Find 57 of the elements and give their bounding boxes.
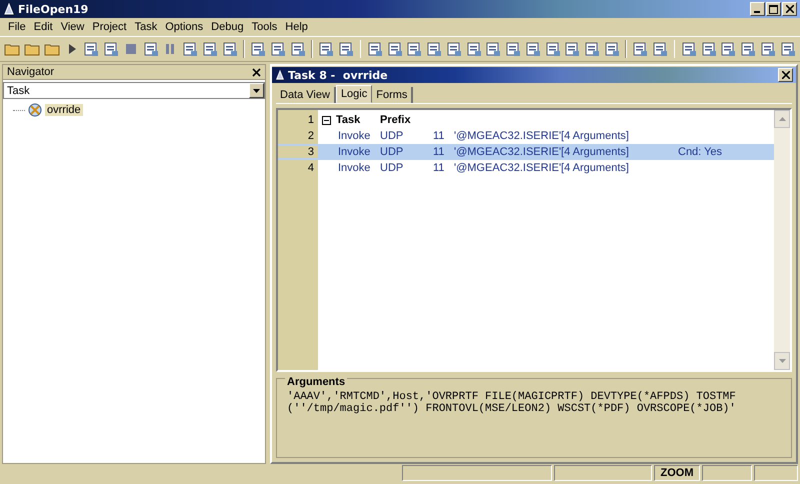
- menu-item[interactable]: Project: [88, 21, 131, 33]
- status-pane: [754, 465, 798, 481]
- minimize-button[interactable]: [750, 2, 765, 16]
- scroll-down-icon: [778, 359, 786, 363]
- scrollbar[interactable]: [774, 110, 790, 370]
- table-cell: Invoke: [338, 162, 370, 174]
- table-cell: UDP: [380, 130, 404, 142]
- app-icon: [275, 69, 285, 81]
- code-line: (''/tmp/magic.pdf'') FRONTOVL(MSE/LEON2) WSCST(*PDF) OVRSCOPE(*JOB)': [287, 403, 737, 415]
- tab[interactable]: Forms: [372, 87, 414, 103]
- tree-item[interactable]: ovrride: [45, 104, 83, 116]
- status-pane: [702, 465, 752, 481]
- maximize-button[interactable]: [766, 2, 781, 16]
- line-number: 4: [306, 162, 315, 174]
- table-cell: UDP: [380, 162, 404, 174]
- menu-item[interactable]: Help: [281, 21, 312, 33]
- table-cell: Invoke: [338, 146, 370, 158]
- collapse-icon[interactable]: [322, 116, 331, 124]
- table-cell: '@MGEAC32.ISERIE'[4 Arguments]: [454, 146, 629, 158]
- table-cell: '@MGEAC32.ISERIE'[4 Arguments]: [454, 130, 629, 142]
- group-title: Arguments: [285, 376, 348, 388]
- menu-item[interactable]: Options: [161, 21, 208, 33]
- maximize-icon: [769, 4, 778, 14]
- combo-box[interactable]: Task: [3, 82, 265, 99]
- dropdown-arrow-icon: [253, 88, 260, 92]
- status-indicator: ZOOM: [654, 465, 700, 481]
- line-number: 3: [278, 146, 318, 158]
- menu-item[interactable]: Edit: [30, 21, 57, 33]
- line-number: 2: [306, 130, 315, 142]
- close-icon[interactable]: [252, 68, 261, 76]
- table-cell: 11: [433, 130, 444, 142]
- table-cell: 11: [433, 146, 444, 158]
- column-header: Prefix: [380, 114, 411, 126]
- column-header: Task: [336, 114, 360, 126]
- tab[interactable]: Logic: [336, 85, 372, 103]
- scroll-up-icon: [778, 117, 786, 121]
- table-cell: 11: [433, 162, 444, 174]
- window-title: FileOpen19: [18, 2, 88, 16]
- menu-item[interactable]: View: [56, 21, 88, 33]
- panel-title: Navigator: [7, 66, 54, 78]
- menu-item[interactable]: Debug: [207, 21, 248, 33]
- task-icon: [27, 102, 43, 118]
- close-icon: [786, 5, 794, 13]
- window-title: Task 8 - ovrride: [288, 68, 388, 82]
- menu-item[interactable]: Task: [130, 21, 162, 33]
- menu-item[interactable]: Tools: [248, 21, 282, 33]
- app-icon: [3, 3, 15, 15]
- code-line: 'AAAV','RMTCMD',Host,'OVRPRTF FILE(MAGICPRTF) DEVTYPE(*AFPDS) TOSTMF: [287, 391, 737, 403]
- close-button[interactable]: [778, 68, 793, 82]
- table-cell: '@MGEAC32.ISERIE'[4 Arguments]: [454, 162, 629, 174]
- line-number: 1: [306, 114, 315, 126]
- menu-item[interactable]: File: [4, 21, 30, 33]
- table-cell: Cnd: Yes: [678, 146, 722, 158]
- table-cell: Invoke: [338, 130, 370, 142]
- table-cell: UDP: [380, 146, 404, 158]
- close-icon: [782, 71, 790, 79]
- close-button[interactable]: [782, 2, 797, 16]
